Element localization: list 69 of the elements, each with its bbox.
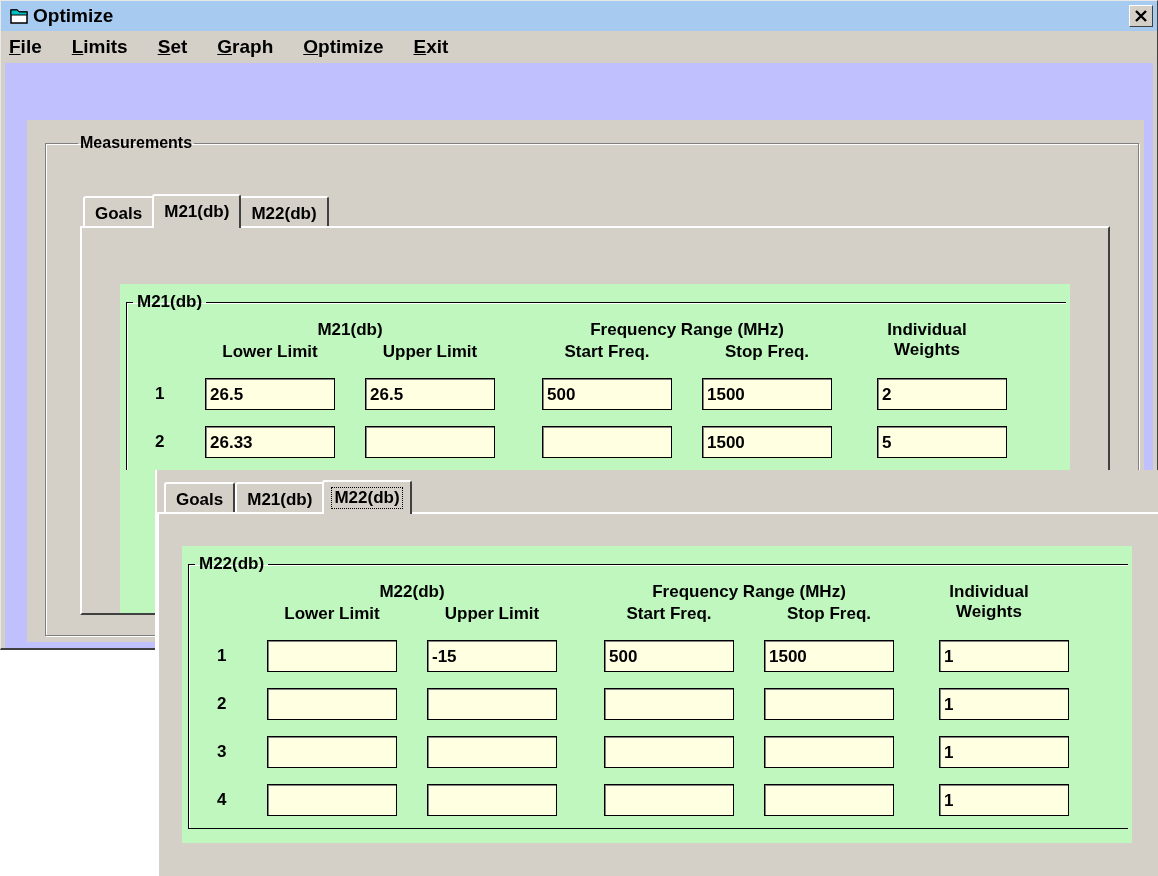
row-number: 3 bbox=[216, 742, 228, 762]
row-number: 2 bbox=[216, 694, 228, 714]
input-field[interactable] bbox=[604, 736, 734, 768]
column-header: M21(db) bbox=[316, 320, 384, 340]
input-field[interactable] bbox=[267, 640, 397, 672]
input-field[interactable] bbox=[267, 784, 397, 816]
input-field[interactable]: -15 bbox=[427, 640, 557, 672]
row-number: 2 bbox=[154, 432, 166, 452]
menu-item[interactable]: Optimize bbox=[303, 36, 384, 58]
input-field[interactable] bbox=[764, 784, 894, 816]
input-field[interactable] bbox=[427, 736, 557, 768]
column-header: Lower Limit bbox=[283, 604, 381, 624]
input-field[interactable]: 500 bbox=[542, 378, 672, 410]
input-field[interactable]: 1 bbox=[939, 736, 1069, 768]
column-header: Start Freq. bbox=[625, 604, 713, 624]
input-field[interactable]: 1500 bbox=[764, 640, 894, 672]
column-header: Individual Weights bbox=[948, 582, 1030, 622]
row-number: 4 bbox=[216, 790, 228, 810]
input-field[interactable] bbox=[764, 736, 894, 768]
input-field[interactable] bbox=[427, 784, 557, 816]
menu-item[interactable]: Limits bbox=[71, 36, 128, 58]
input-field[interactable]: 1 bbox=[939, 640, 1069, 672]
column-header: Lower Limit bbox=[221, 342, 319, 362]
input-field[interactable]: 5 bbox=[877, 426, 1007, 458]
group-title: M21(db) bbox=[136, 292, 204, 312]
input-field[interactable]: 2 bbox=[877, 378, 1007, 410]
column-header: Stop Freq. bbox=[785, 604, 873, 624]
input-field[interactable] bbox=[604, 784, 734, 816]
input-field[interactable] bbox=[267, 736, 397, 768]
column-header: Start Freq. bbox=[563, 342, 651, 362]
close-button[interactable] bbox=[1129, 5, 1153, 27]
input-field[interactable] bbox=[764, 688, 894, 720]
input-field[interactable]: 1500 bbox=[702, 426, 832, 458]
tab[interactable]: M22(db) bbox=[239, 196, 329, 226]
input-field[interactable]: 26.5 bbox=[205, 378, 335, 410]
menu-item[interactable]: Graph bbox=[217, 36, 274, 58]
input-field[interactable]: 1 bbox=[939, 784, 1069, 816]
column-header: M22(db) bbox=[378, 582, 446, 602]
row-number: 1 bbox=[216, 646, 228, 666]
tab[interactable]: M21(db) bbox=[235, 482, 325, 512]
menu-item[interactable]: Set bbox=[157, 36, 188, 58]
input-field[interactable] bbox=[604, 688, 734, 720]
tab[interactable]: Goals bbox=[83, 196, 155, 226]
column-header: Upper Limit bbox=[381, 342, 479, 362]
tab[interactable]: Goals bbox=[164, 482, 236, 512]
group-title: M22(db) bbox=[198, 554, 266, 574]
input-field[interactable]: 500 bbox=[604, 640, 734, 672]
input-field[interactable] bbox=[427, 688, 557, 720]
input-field[interactable]: 1500 bbox=[702, 378, 832, 410]
menu-item[interactable]: Exit bbox=[413, 36, 449, 58]
input-field[interactable] bbox=[267, 688, 397, 720]
menu-item[interactable]: File bbox=[9, 36, 42, 58]
window-icon bbox=[9, 7, 29, 25]
column-header: Individual Weights bbox=[886, 320, 968, 360]
input-field[interactable]: 26.33 bbox=[205, 426, 335, 458]
input-field[interactable] bbox=[365, 426, 495, 458]
input-field[interactable]: 1 bbox=[939, 688, 1069, 720]
row-number: 1 bbox=[154, 384, 166, 404]
window-title: Optimize bbox=[33, 5, 115, 27]
column-header: Frequency Range (MHz) bbox=[651, 582, 847, 602]
group-title: Measurements bbox=[79, 134, 194, 152]
input-field[interactable]: 26.5 bbox=[365, 378, 495, 410]
close-icon bbox=[1135, 10, 1147, 22]
tab[interactable]: M21(db) bbox=[152, 194, 242, 228]
column-header: Stop Freq. bbox=[723, 342, 811, 362]
input-field[interactable] bbox=[542, 426, 672, 458]
column-header: Frequency Range (MHz) bbox=[589, 320, 785, 340]
column-header: Upper Limit bbox=[443, 604, 541, 624]
tab[interactable]: M22(db) bbox=[322, 480, 412, 514]
